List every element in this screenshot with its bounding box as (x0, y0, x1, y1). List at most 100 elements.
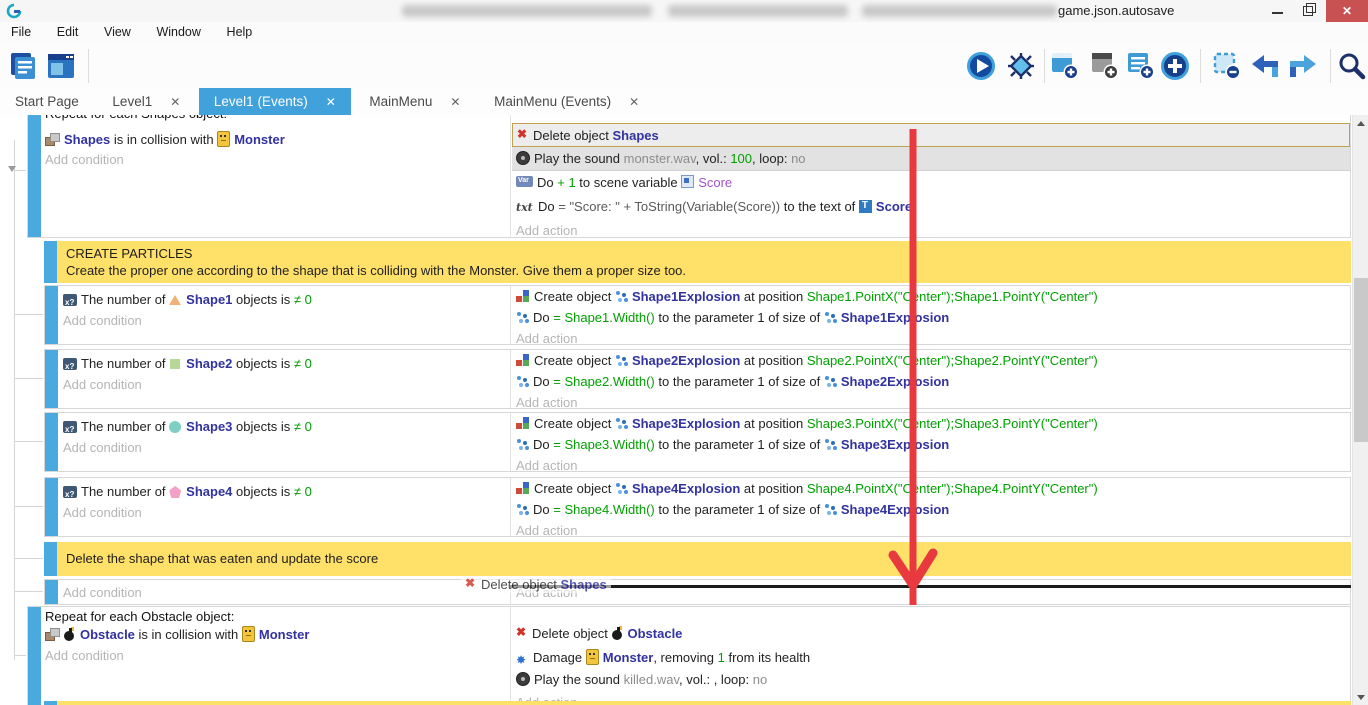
add-condition-link[interactable]: Add condition (63, 377, 142, 393)
blurred-title-text (668, 5, 848, 17)
action-row-delete-shapes[interactable]: Delete object Shapes (512, 123, 1350, 147)
event-shape2[interactable]: The number of Shape2 objects is ≠ 0 Add … (44, 349, 1351, 409)
tab-mainmenu[interactable]: MainMenu (354, 88, 475, 115)
create-object-icon (516, 417, 530, 430)
project-manager-icon[interactable] (8, 51, 38, 81)
window-title: game.json.autosave (1058, 3, 1174, 18)
add-sub-event-icon[interactable] (1090, 51, 1120, 81)
scrollbar-thumb[interactable] (1354, 278, 1368, 442)
scroll-down-button[interactable] (1353, 689, 1368, 705)
condition-text: objects is (232, 484, 293, 499)
add-condition-link[interactable]: Add condition (63, 505, 142, 521)
redo-icon[interactable] (1288, 51, 1318, 81)
action-row-create-object[interactable]: Create object Shape2Explosion at positio… (512, 350, 1350, 371)
restore-button[interactable] (1294, 0, 1324, 22)
event-shape3[interactable]: The number of Shape3 objects is ≠ 0 Add … (44, 412, 1351, 472)
condition-row[interactable]: The number of Shape4 objects is ≠ 0 (63, 484, 312, 500)
condition-row[interactable]: Shapes is in collision with Monster (45, 131, 285, 148)
condition-action-divider[interactable] (510, 115, 511, 237)
comment-text: Delete the shape that was eaten and upda… (66, 551, 378, 566)
condition-row[interactable]: The number of Shape1 objects is ≠ 0 (63, 292, 312, 308)
event-header[interactable]: Repeat for each Obstacle object: (45, 609, 234, 625)
comment-partial-bottom[interactable] (44, 701, 1351, 705)
event-empty-drop-target[interactable]: Add condition Add action (44, 579, 1351, 605)
debug-icon[interactable] (1006, 51, 1036, 81)
scene-editor-icon[interactable] (46, 51, 76, 81)
add-condition-link[interactable]: Add condition (63, 585, 142, 601)
event-bar[interactable] (45, 580, 58, 604)
event-bar[interactable] (28, 115, 41, 237)
condition-action-divider[interactable] (510, 286, 511, 344)
tab-start-page[interactable]: Start Page (0, 88, 94, 115)
tab-close-icon[interactable] (170, 89, 180, 116)
condition-action-divider[interactable] (510, 350, 511, 408)
tab-close-icon[interactable] (326, 89, 336, 116)
comment-delete-shape[interactable]: Delete the shape that was eaten and upda… (44, 542, 1351, 576)
tab-close-icon[interactable] (450, 89, 460, 116)
add-condition-link[interactable]: Add condition (45, 152, 124, 168)
action-row-set-text[interactable]: Do = "Score: " + ToString(Variable(Score… (512, 195, 1350, 219)
add-action-link[interactable]: Add action (512, 455, 1350, 473)
menu-view[interactable]: View (93, 22, 142, 39)
condition-row[interactable]: The number of Shape3 objects is ≠ 0 (63, 419, 312, 435)
add-event-icon[interactable] (1050, 51, 1080, 81)
condition-row[interactable]: The number of Shape2 objects is ≠ 0 (63, 356, 312, 372)
event-bar[interactable] (28, 607, 41, 705)
tab-level1[interactable]: Level1 (97, 88, 195, 115)
add-action-link[interactable]: Add action (512, 392, 1350, 410)
action-row-delete-obstacle[interactable]: Delete object Obstacle (512, 622, 1350, 645)
remove-event-icon[interactable] (1212, 51, 1242, 81)
action-row-set-size[interactable]: Do = Shape2.Width() to the parameter 1 o… (512, 371, 1350, 392)
add-comment-icon[interactable] (1126, 51, 1156, 81)
event-shape4[interactable]: The number of Shape4 objects is ≠ 0 Add … (44, 477, 1351, 537)
search-icon[interactable] (1336, 51, 1366, 81)
play-preview-icon[interactable] (966, 51, 996, 81)
event-repeat-obstacle[interactable]: Repeat for each Obstacle object: Obstacl… (27, 606, 1351, 705)
menu-help[interactable]: Help (216, 22, 264, 39)
condition-row[interactable]: Obstacle is in collision with Monster (45, 626, 309, 643)
event-bar[interactable] (45, 286, 58, 344)
minimize-button[interactable] (1262, 0, 1292, 22)
collapse-arrow-icon[interactable] (8, 166, 16, 172)
add-action-link[interactable]: Add action (512, 219, 1350, 239)
tree-line (14, 506, 43, 507)
event-header[interactable]: Repeat for each Shapes object: (45, 115, 227, 122)
tab-close-icon[interactable] (629, 89, 639, 116)
action-row-play-sound[interactable]: Play the sound monster.wav, vol.: 100, l… (512, 147, 1350, 171)
add-action-link[interactable]: Add action (512, 328, 1350, 346)
undo-icon[interactable] (1250, 51, 1280, 81)
action-row-damage-monster[interactable]: Damage Monster, removing 1 from its heal… (512, 645, 1350, 668)
tab-level1-events[interactable]: Level1 (Events) (199, 88, 351, 115)
tab-mainmenu-events[interactable]: MainMenu (Events) (479, 88, 654, 115)
add-condition-link[interactable]: Add condition (45, 648, 124, 664)
event-bar[interactable] (45, 478, 58, 536)
action-row-create-object[interactable]: Create object Shape3Explosion at positio… (512, 413, 1350, 434)
close-button[interactable] (1326, 0, 1368, 22)
condition-action-divider[interactable] (510, 413, 511, 471)
event-bar[interactable] (45, 413, 58, 471)
comment-create-particles[interactable]: CREATE PARTICLES Create the proper one a… (44, 241, 1351, 283)
comment-body (57, 701, 1351, 705)
add-action-link[interactable]: Add action (512, 520, 1350, 538)
event-bar[interactable] (45, 350, 58, 408)
add-condition-link[interactable]: Add condition (63, 440, 142, 456)
menu-file[interactable]: File (0, 22, 42, 39)
condition-action-divider[interactable] (510, 607, 511, 705)
add-condition-link[interactable]: Add condition (63, 313, 142, 329)
event-shape1[interactable]: The number of Shape1 objects is ≠ 0 Add … (44, 285, 1351, 345)
action-row-play-sound[interactable]: Play the sound killed.wav, vol.: , loop:… (512, 668, 1350, 691)
action-row-set-size[interactable]: Do = Shape1.Width() to the parameter 1 o… (512, 307, 1350, 328)
action-row-set-size[interactable]: Do = Shape4.Width() to the parameter 1 o… (512, 499, 1350, 520)
action-row-set-size[interactable]: Do = Shape3.Width() to the parameter 1 o… (512, 434, 1350, 455)
add-other-event-icon[interactable] (1160, 51, 1190, 81)
action-row-create-object[interactable]: Create object Shape1Explosion at positio… (512, 286, 1350, 307)
menu-window[interactable]: Window (145, 22, 211, 39)
scroll-up-button[interactable] (1353, 115, 1368, 131)
action-row-create-object[interactable]: Create object Shape4Explosion at positio… (512, 478, 1350, 499)
action-row-scene-variable[interactable]: Do + 1 to scene variable Score (512, 171, 1350, 195)
position-expression: Shape4.PointX("Center");Shape4.PointY("C… (807, 481, 1098, 496)
vertical-scrollbar[interactable] (1352, 115, 1368, 705)
event-repeat-shapes[interactable]: Repeat for each Shapes object: Shapes is… (27, 115, 1351, 238)
condition-action-divider[interactable] (510, 478, 511, 536)
menu-edit[interactable]: Edit (46, 22, 90, 39)
